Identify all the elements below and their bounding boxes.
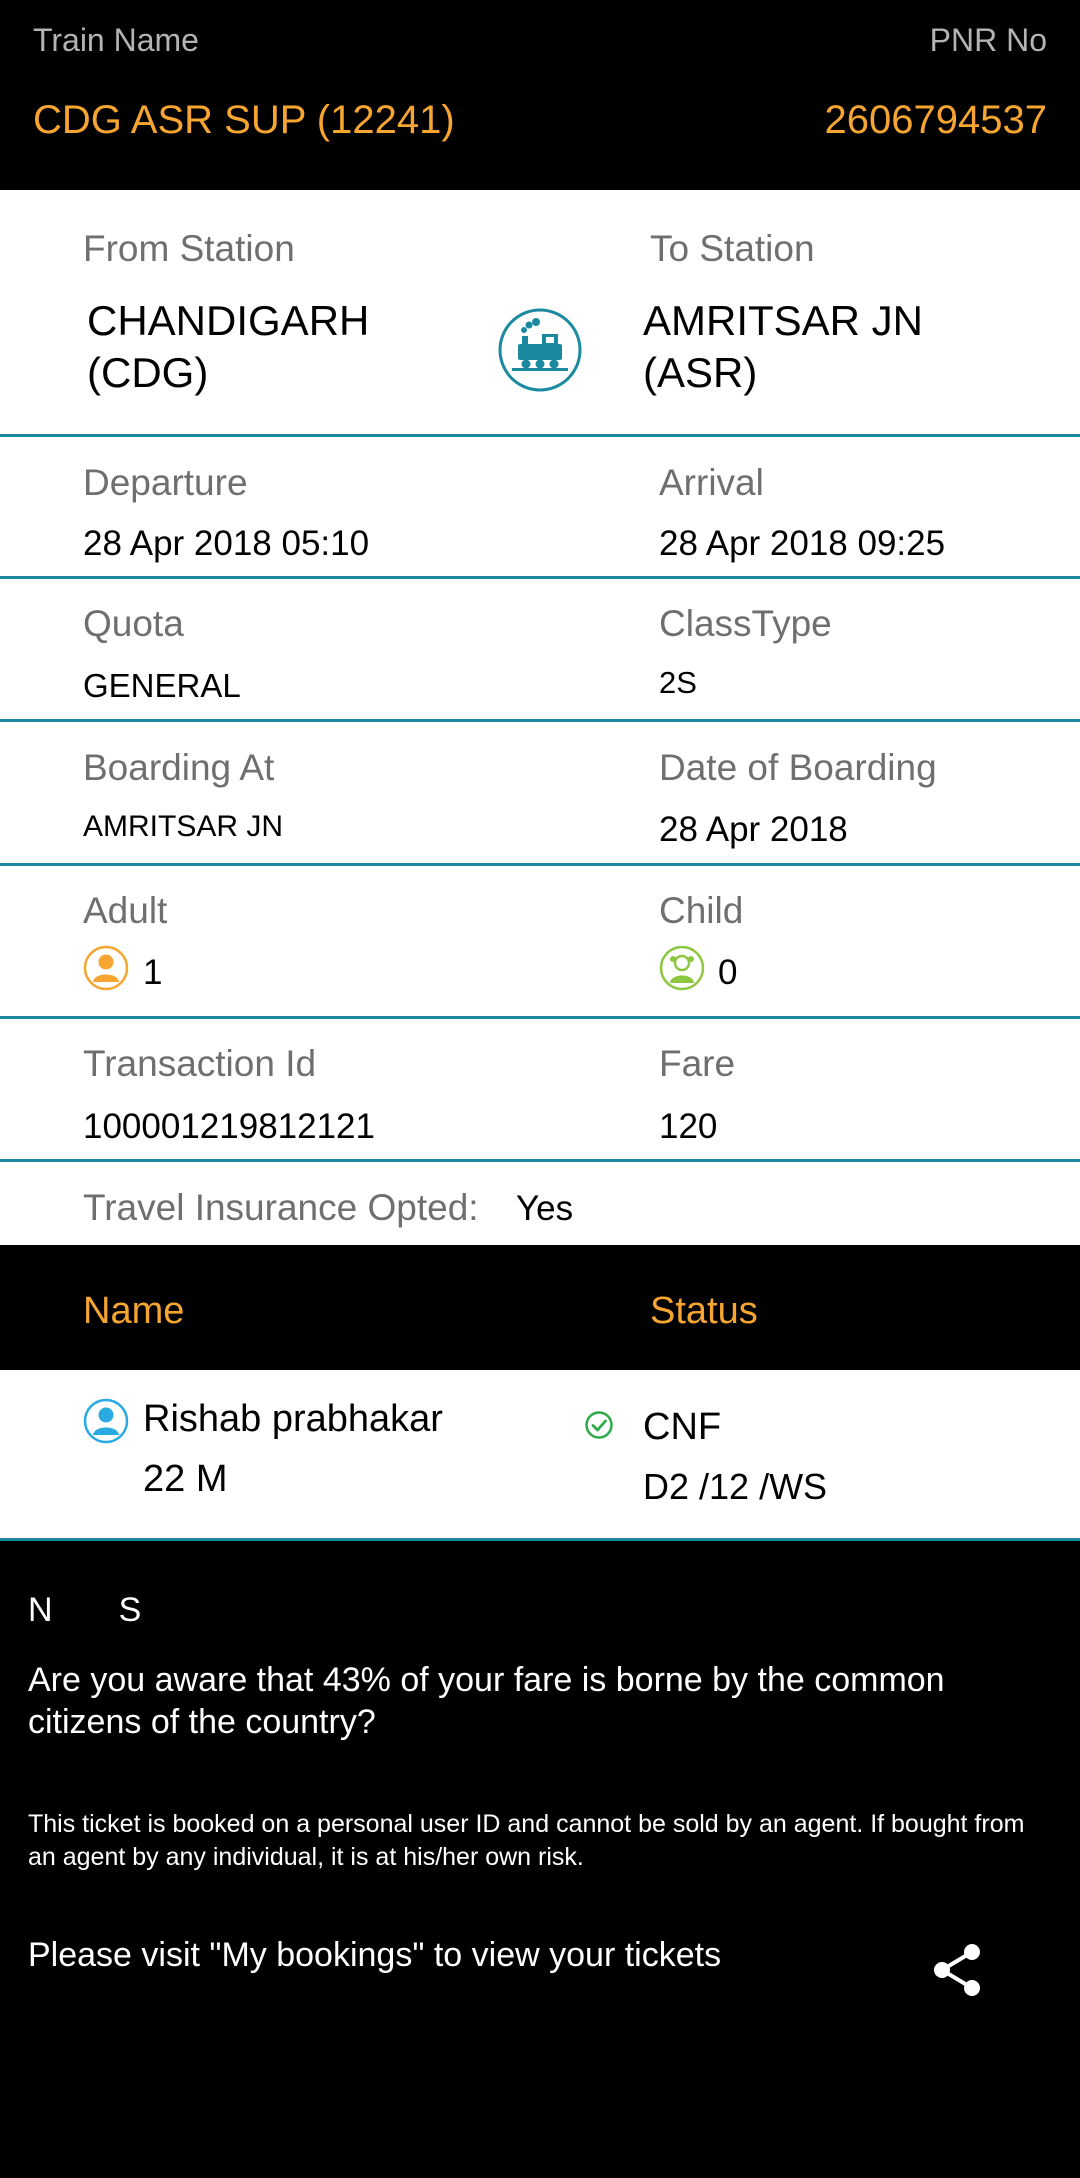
divider bbox=[0, 719, 1080, 722]
passenger-age-gender: 22 M bbox=[143, 1458, 228, 1500]
berth-details: D2 /12 /WS bbox=[643, 1466, 828, 1507]
child-count: 0 bbox=[718, 953, 738, 992]
departure-time: 28 Apr 2018 05:10 bbox=[83, 524, 370, 563]
date-of-boarding-value: 28 Apr 2018 bbox=[659, 810, 848, 849]
ticket-footer: N S Are you aware that 43% of your fare … bbox=[0, 1541, 1080, 2178]
train-icon bbox=[498, 308, 582, 392]
arrival-label: Arrival bbox=[659, 462, 764, 503]
pnr-number: 2606794537 bbox=[824, 98, 1047, 142]
to-station: AMRITSAR JN (ASR) bbox=[643, 295, 1003, 399]
class-type-label: ClassType bbox=[659, 603, 832, 644]
boarding-at-value: AMRITSAR JN bbox=[83, 810, 284, 843]
name-column-header: Name bbox=[83, 1290, 185, 1332]
boarding-at-label: Boarding At bbox=[83, 747, 275, 788]
quota-value: GENERAL bbox=[83, 667, 241, 704]
adult-icon bbox=[83, 945, 129, 991]
passenger-table-header: Name Status bbox=[0, 1245, 1080, 1370]
fare-label: Fare bbox=[659, 1043, 736, 1084]
adult-label: Adult bbox=[83, 890, 168, 931]
adult-count: 1 bbox=[143, 953, 163, 992]
pnr-label: PNR No bbox=[929, 22, 1047, 58]
status-column-header: Status bbox=[650, 1290, 758, 1332]
arrival-time: 28 Apr 2018 09:25 bbox=[659, 524, 946, 563]
class-type-value: 2S bbox=[659, 665, 697, 700]
transaction-id-label: Transaction Id bbox=[83, 1043, 317, 1084]
from-station-label: From Station bbox=[83, 228, 295, 269]
divider bbox=[0, 1159, 1080, 1162]
to-station-code: (ASR) bbox=[643, 349, 758, 396]
to-station-label: To Station bbox=[650, 228, 815, 269]
from-station-code: (CDG) bbox=[87, 349, 209, 396]
passenger-icon bbox=[83, 1398, 129, 1444]
booking-status: CNF bbox=[643, 1406, 722, 1448]
confirmed-check-icon bbox=[585, 1411, 613, 1439]
transaction-id-value: 100001219812121 bbox=[83, 1107, 375, 1146]
child-icon bbox=[659, 945, 705, 991]
child-label: Child bbox=[659, 890, 744, 931]
ns-label: N S bbox=[28, 1591, 142, 1629]
travel-insurance-value: Yes bbox=[516, 1189, 574, 1228]
share-icon[interactable] bbox=[928, 1940, 988, 2000]
quota-label: Quota bbox=[83, 603, 184, 644]
subsidy-notice: Are you aware that 43% of your fare is b… bbox=[28, 1661, 945, 1741]
divider bbox=[0, 434, 1080, 437]
table-row: Rishab prabhakar 22 M CNF D2 /12 /WS bbox=[0, 1370, 1080, 1540]
fare-value: 120 bbox=[659, 1107, 718, 1146]
from-station: CHANDIGARH (CDG) bbox=[87, 295, 447, 399]
date-of-boarding-label: Date of Boarding bbox=[659, 747, 937, 788]
to-station-name: AMRITSAR JN bbox=[643, 297, 924, 344]
passenger-name: Rishab prabhakar bbox=[143, 1398, 443, 1440]
travel-insurance-label: Travel Insurance Opted: bbox=[83, 1187, 479, 1228]
ticket-header: Train Name PNR No CDG ASR SUP (12241) 26… bbox=[0, 0, 1080, 190]
divider bbox=[0, 863, 1080, 866]
agent-disclaimer: This ticket is booked on a personal user… bbox=[28, 1810, 1025, 1871]
train-name: CDG ASR SUP (12241) bbox=[33, 98, 455, 142]
from-station-name: CHANDIGARH bbox=[87, 297, 370, 344]
departure-label: Departure bbox=[83, 462, 248, 503]
divider bbox=[0, 576, 1080, 579]
train-name-label: Train Name bbox=[33, 22, 199, 58]
my-bookings-notice: Please visit "My bookings" to view your … bbox=[28, 1936, 722, 1974]
divider bbox=[0, 1016, 1080, 1019]
